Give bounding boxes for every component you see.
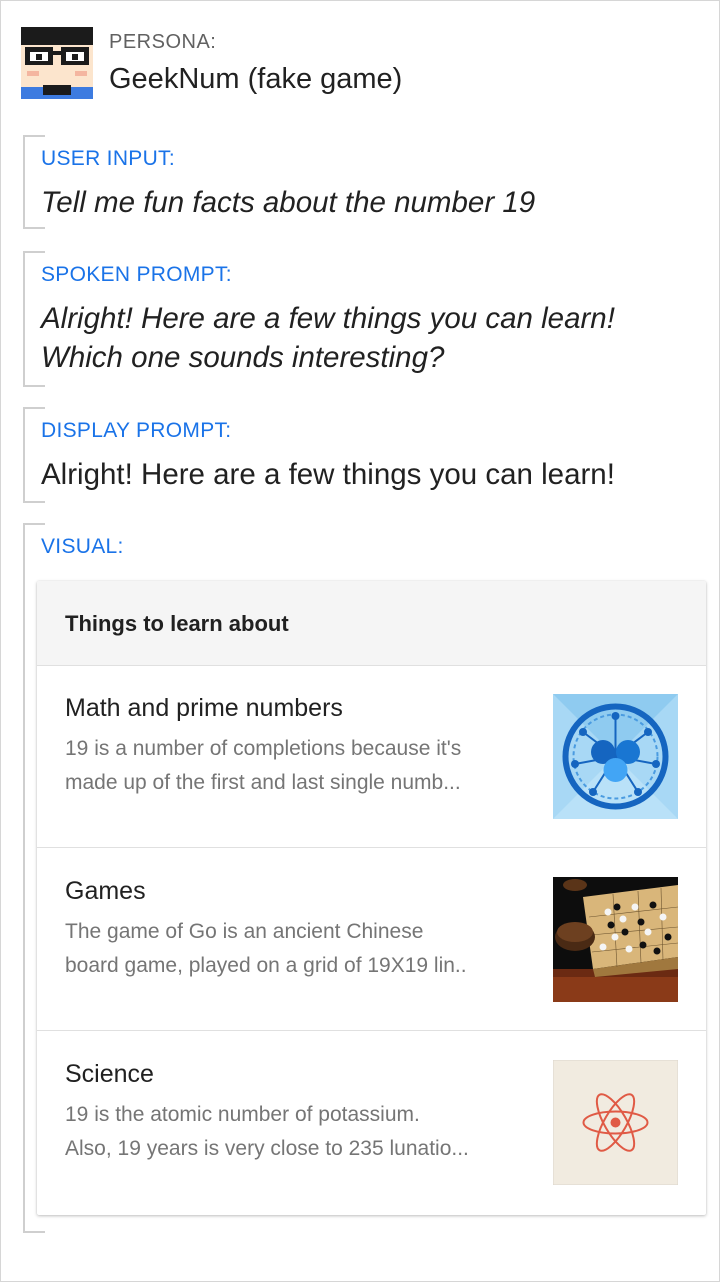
list-item-description-line: Also, 19 years is very close to 235 luna… bbox=[65, 1137, 469, 1160]
spoken-prompt-line: Alright! Here are a few things you can l… bbox=[41, 302, 615, 335]
go-board-icon bbox=[553, 877, 678, 1002]
spoken-prompt-section: SPOKEN PROMPT: Alright! Here are a few t… bbox=[23, 251, 703, 387]
card-header: Things to learn about bbox=[37, 581, 706, 666]
user-input-section: USER INPUT: Tell me fun facts about the … bbox=[23, 135, 703, 229]
spoken-prompt-line: Which one sounds interesting? bbox=[41, 341, 445, 374]
list-item-description-line: made up of the first and last single num… bbox=[65, 771, 461, 794]
persona-header: PERSONA: GeekNum (fake game) bbox=[21, 27, 681, 99]
page-frame: PERSONA: GeekNum (fake game) USER INPUT:… bbox=[0, 0, 720, 1282]
list-item-description: 19 is the atomic number of potassium. Al… bbox=[65, 1098, 535, 1166]
card-title: Things to learn about bbox=[65, 611, 289, 636]
user-input-label: USER INPUT: bbox=[41, 147, 175, 170]
list-item-description: The game of Go is an ancient Chinese boa… bbox=[65, 915, 535, 983]
list-item-description: 19 is a number of completions because it… bbox=[65, 732, 535, 800]
persona-label: PERSONA: bbox=[109, 31, 217, 53]
spoken-prompt-label: SPOKEN PROMPT: bbox=[41, 263, 232, 286]
list-item-title: Games bbox=[65, 877, 146, 905]
atom-icon bbox=[553, 1060, 678, 1185]
spoken-prompt-text: Alright! Here are a few things you can l… bbox=[41, 299, 615, 377]
list-item-science[interactable]: Science 19 is the atomic number of potas… bbox=[37, 1032, 706, 1214]
list-item-title: Science bbox=[65, 1060, 154, 1088]
list-item-description-line: board game, played on a grid of 19X19 li… bbox=[65, 954, 467, 977]
geek-glasses-avatar-icon bbox=[21, 27, 93, 99]
visual-label: VISUAL: bbox=[41, 535, 124, 558]
list-item-math[interactable]: Math and prime numbers 19 is a number of… bbox=[37, 666, 706, 848]
display-prompt-text: Alright! Here are a few things you can l… bbox=[41, 458, 615, 491]
list-item-title: Math and prime numbers bbox=[65, 694, 343, 722]
list-item-games[interactable]: Games The game of Go is an ancient Chine… bbox=[37, 849, 706, 1031]
list-item-description-line: The game of Go is an ancient Chinese bbox=[65, 920, 424, 943]
user-input-text: Tell me fun facts about the number 19 bbox=[41, 186, 536, 219]
persona-name: GeekNum (fake game) bbox=[109, 63, 403, 95]
list-card: Things to learn about Math and prime num… bbox=[37, 581, 706, 1215]
math-network-icon bbox=[553, 694, 678, 819]
display-prompt-label: DISPLAY PROMPT: bbox=[41, 419, 232, 442]
list-item-description-line: 19 is a number of completions because it… bbox=[65, 737, 462, 760]
display-prompt-section: DISPLAY PROMPT: Alright! Here are a few … bbox=[23, 407, 703, 503]
list-item-description-line: 19 is the atomic number of potassium. bbox=[65, 1103, 420, 1126]
